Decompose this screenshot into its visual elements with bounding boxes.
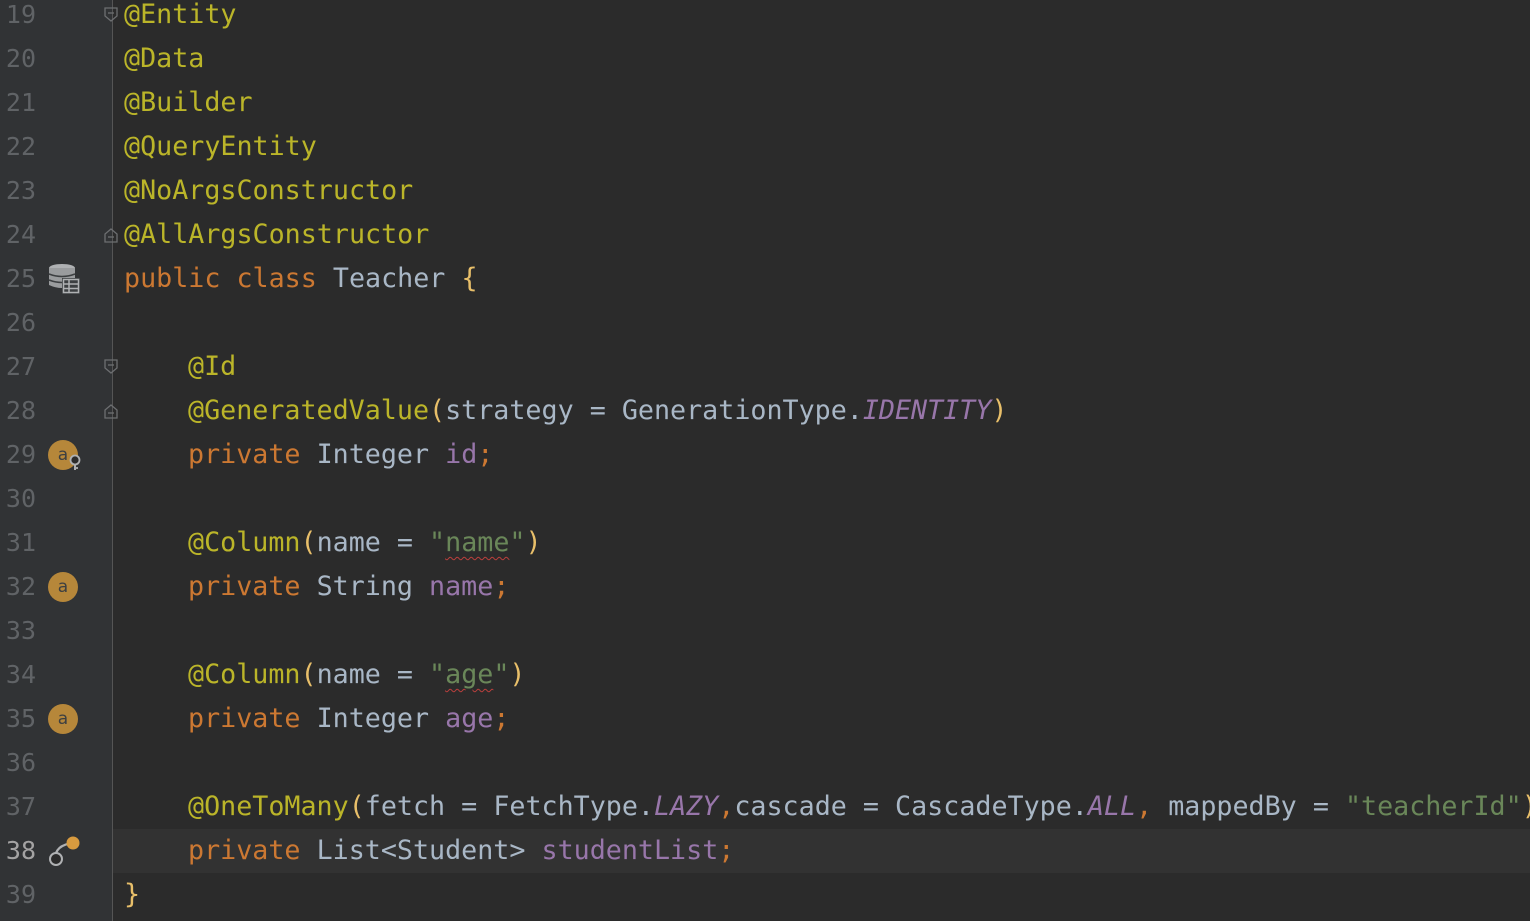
code-line[interactable]: 32 a private String name;	[0, 565, 1530, 609]
code-text: private String name;	[188, 571, 510, 602]
code-text: @QueryEntity	[124, 131, 317, 162]
line-number: 25	[5, 264, 36, 293]
attribute-key-icon[interactable]: a	[47, 439, 81, 471]
code-text: public class Teacher {	[124, 263, 478, 294]
code-line[interactable]: 22 @QueryEntity	[0, 125, 1530, 169]
code-line[interactable]: 21 @Builder	[0, 81, 1530, 125]
line-number: 31	[5, 528, 36, 557]
line-number: 27	[5, 352, 36, 381]
code-line[interactable]: 26	[0, 301, 1530, 345]
code-line[interactable]: 34 @Column(name = "age")	[0, 653, 1530, 697]
attribute-icon[interactable]: a	[47, 703, 81, 735]
svg-text:a: a	[58, 709, 68, 729]
line-number: 22	[5, 132, 36, 161]
line-number: 36	[5, 748, 36, 777]
code-text: @Builder	[124, 87, 253, 118]
code-line[interactable]: 29 a private Integer id;	[0, 433, 1530, 477]
code-text: private Integer age;	[188, 703, 510, 734]
code-line[interactable]: 39 }	[0, 873, 1530, 917]
code-text: @Column(name = "age")	[188, 659, 526, 690]
code-text: private Integer id;	[188, 439, 494, 470]
code-line[interactable]: 24 @AllArgsConstructor	[0, 213, 1530, 257]
line-number: 20	[5, 44, 36, 73]
code-line[interactable]: 27 @Id	[0, 345, 1530, 389]
code-line[interactable]: 20 @Data	[0, 37, 1530, 81]
line-number: 29	[5, 440, 36, 469]
code-text: @Data	[124, 43, 205, 74]
code-text: @Id	[188, 351, 237, 382]
code-area[interactable]: 19 @Entity 20 @Data 21 @Builder 22 @Quer…	[0, 0, 1530, 921]
code-text: @OneToMany(fetch = FetchType.LAZY,cascad…	[188, 791, 1530, 822]
relationship-icon[interactable]	[47, 835, 81, 867]
code-text: @Column(name = "name")	[188, 527, 542, 558]
code-text: }	[124, 879, 141, 910]
code-text: @NoArgsConstructor	[124, 175, 414, 206]
code-line[interactable]: 19 @Entity	[0, 0, 1530, 37]
code-text: @Entity	[124, 0, 237, 30]
database-table-icon[interactable]	[47, 263, 81, 295]
code-line[interactable]: 25 public class Teacher {	[0, 257, 1530, 301]
code-text: private List<Student> studentList;	[188, 835, 735, 866]
line-number: 30	[5, 484, 36, 513]
line-number: 37	[5, 792, 36, 821]
line-number: 28	[5, 396, 36, 425]
line-number: 35	[5, 704, 36, 733]
code-line[interactable]: 33	[0, 609, 1530, 653]
attribute-icon[interactable]: a	[47, 571, 81, 603]
code-editor[interactable]: 19 @Entity 20 @Data 21 @Builder 22 @Quer…	[0, 0, 1530, 921]
code-line[interactable]: 30	[0, 477, 1530, 521]
line-number: 38	[5, 836, 36, 865]
code-text: @AllArgsConstructor	[124, 219, 430, 250]
code-line[interactable]: 37 @OneToMany(fetch = FetchType.LAZY,cas…	[0, 785, 1530, 829]
svg-text:a: a	[58, 445, 68, 465]
line-number: 33	[5, 616, 36, 645]
code-line[interactable]: 28 @GeneratedValue(strategy = Generation…	[0, 389, 1530, 433]
code-line[interactable]: 23 @NoArgsConstructor	[0, 169, 1530, 213]
line-number: 39	[5, 880, 36, 909]
line-number: 21	[5, 88, 36, 117]
svg-text:a: a	[58, 577, 68, 597]
line-number: 23	[5, 176, 36, 205]
code-text: @GeneratedValue(strategy = GenerationTyp…	[188, 395, 1008, 426]
line-number: 24	[5, 220, 36, 249]
line-number: 34	[5, 660, 36, 689]
line-number: 19	[5, 0, 36, 29]
code-line[interactable]: 36	[0, 741, 1530, 785]
code-line[interactable]: 35 a private Integer age;	[0, 697, 1530, 741]
code-line-current[interactable]: 38 private List<Student> studentList;	[0, 829, 1530, 873]
code-line[interactable]: 31 @Column(name = "name")	[0, 521, 1530, 565]
line-number: 32	[5, 572, 36, 601]
line-number: 26	[5, 308, 36, 337]
